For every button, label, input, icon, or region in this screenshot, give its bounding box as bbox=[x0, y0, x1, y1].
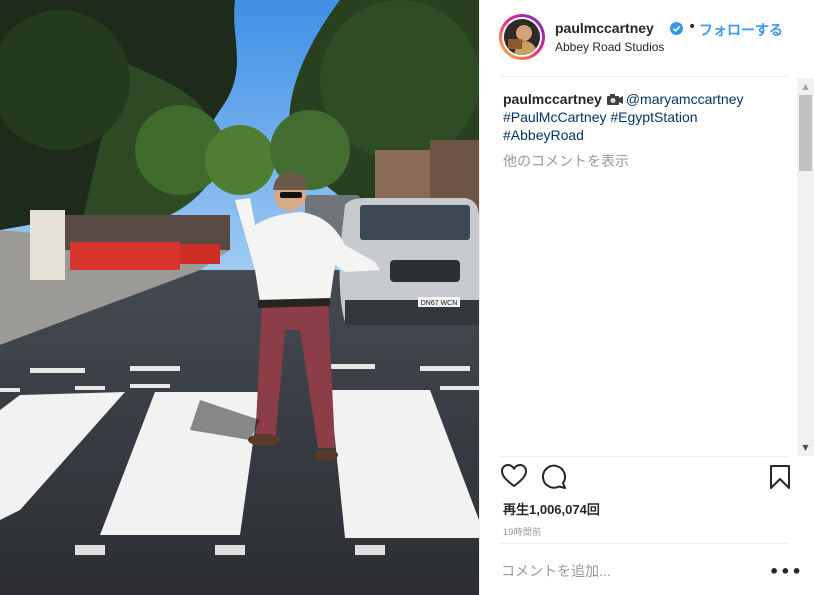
verified-badge-icon bbox=[670, 22, 683, 35]
camera-icon bbox=[606, 91, 623, 105]
more-options-icon[interactable]: ••• bbox=[769, 562, 803, 581]
comment-icon[interactable] bbox=[541, 464, 567, 494]
caption: paulmccartney @maryamccartney #PaulMcCart… bbox=[503, 90, 775, 144]
header-username[interactable]: paulmccartney bbox=[555, 20, 654, 36]
actions-divider bbox=[499, 456, 789, 457]
post-timestamp[interactable]: 19時間前 bbox=[503, 525, 542, 538]
mention-link[interactable]: @maryamccartney bbox=[626, 91, 744, 107]
action-bar bbox=[500, 463, 791, 494]
post-video[interactable]: DN67 WCN bbox=[0, 0, 479, 595]
scroll-up-arrow-icon[interactable]: ▲ bbox=[797, 78, 814, 95]
follow-button[interactable]: フォローする bbox=[699, 20, 783, 40]
heart-icon[interactable] bbox=[500, 463, 528, 492]
comment-input[interactable] bbox=[501, 560, 751, 582]
view-count[interactable]: 再生1,006,074回 bbox=[503, 499, 600, 518]
avatar-image bbox=[504, 19, 540, 55]
post-details: paulmccartney • フォローする Abbey Road Studio… bbox=[479, 0, 814, 595]
header-divider bbox=[499, 76, 789, 77]
video-frame: DN67 WCN bbox=[0, 0, 479, 595]
view-more-comments-link[interactable]: 他のコメントを表示 bbox=[503, 151, 629, 171]
instagram-post: DN67 WCN paulmccartney • フォローする Abbey Ro… bbox=[0, 0, 814, 595]
separator-dot: • bbox=[688, 19, 697, 35]
hashtag-link[interactable]: #PaulMcCartney bbox=[503, 109, 607, 125]
comment-divider bbox=[499, 543, 789, 544]
location-link[interactable]: Abbey Road Studios bbox=[555, 40, 664, 54]
scroll-thumb[interactable] bbox=[799, 95, 812, 171]
bookmark-icon[interactable] bbox=[769, 464, 791, 494]
caption-username[interactable]: paulmccartney bbox=[503, 91, 602, 107]
avatar[interactable] bbox=[499, 14, 545, 60]
hashtag-link[interactable]: #AbbeyRoad bbox=[503, 127, 584, 143]
scroll-down-arrow-icon[interactable]: ▼ bbox=[797, 439, 814, 456]
hashtag-link[interactable]: #EgyptStation bbox=[610, 109, 697, 125]
post-header: paulmccartney • フォローする Abbey Road Studio… bbox=[499, 14, 799, 62]
comments-scrollbar[interactable]: ▲ ▼ bbox=[797, 78, 814, 456]
van-license-plate: DN67 WCN bbox=[421, 300, 458, 307]
